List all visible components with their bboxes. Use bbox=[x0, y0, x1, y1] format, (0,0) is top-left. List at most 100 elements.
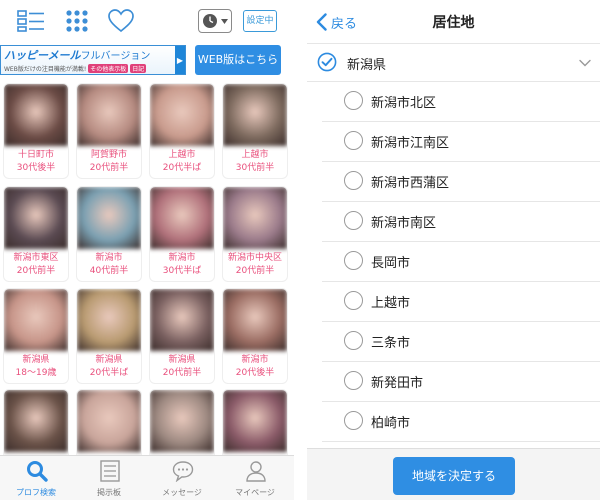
profile-area: 新潟県 bbox=[22, 355, 50, 365]
profile-age: 40代前半 bbox=[89, 266, 129, 276]
profile-photo bbox=[77, 84, 141, 146]
board-icon bbox=[100, 460, 120, 482]
city-option[interactable]: 長岡市 bbox=[322, 242, 600, 282]
profile-area: 十日町市 bbox=[17, 150, 54, 160]
radio-button[interactable] bbox=[344, 171, 363, 190]
filter-setting-button[interactable]: 設定中 bbox=[243, 10, 277, 32]
nav-profile-search[interactable]: プロフ検索 bbox=[6, 456, 66, 500]
radio-button[interactable] bbox=[344, 91, 363, 110]
city-label: 長岡市 bbox=[371, 256, 411, 271]
profile-photo bbox=[4, 289, 68, 351]
city-label: 新潟市北区 bbox=[371, 96, 437, 111]
city-label: 新潟市南区 bbox=[371, 216, 437, 231]
grid-icon[interactable] bbox=[62, 8, 92, 34]
profile-age: 20代後半 bbox=[235, 368, 275, 378]
fullversion-banner[interactable]: ハッピーメールフルバージョン WEB版だけの注目機能が満載! その他表示板 日記 ▶ bbox=[0, 45, 186, 75]
profile-card[interactable]: 阿賀野市 20代前半 bbox=[77, 84, 141, 178]
profile-area: 阿賀野市 bbox=[90, 150, 127, 160]
radio-button[interactable] bbox=[344, 211, 363, 230]
profile-photo bbox=[4, 390, 68, 452]
decide-area-button[interactable]: 地域を決定する bbox=[393, 457, 515, 495]
back-label: 戻る bbox=[331, 16, 358, 32]
profile-photo bbox=[4, 84, 68, 146]
profile-photo bbox=[150, 390, 214, 452]
profile-card[interactable]: 新潟県 20代半ば bbox=[77, 289, 141, 383]
profile-age: 20代半ば bbox=[162, 163, 202, 173]
profile-area: 上越市 bbox=[168, 150, 196, 160]
profile-photo bbox=[77, 390, 141, 452]
city-option[interactable]: 新潟市西蒲区 bbox=[322, 162, 600, 202]
profile-age: 30代後半 bbox=[16, 163, 56, 173]
profile-photo bbox=[223, 84, 287, 146]
radio-button[interactable] bbox=[344, 131, 363, 150]
profile-card[interactable]: 新潟市 40代前半 bbox=[77, 187, 141, 281]
message-icon bbox=[172, 461, 194, 482]
profile-card[interactable]: 新潟市 20代後半 bbox=[223, 289, 287, 383]
chevron-down-icon bbox=[579, 59, 591, 67]
profile-age: 20代前半 bbox=[162, 368, 202, 378]
profile-area: 上越市 bbox=[241, 150, 269, 160]
prefecture-row[interactable]: 新潟県 bbox=[307, 44, 600, 82]
city-label: 新潟市江南区 bbox=[371, 136, 450, 151]
radio-button[interactable] bbox=[344, 291, 363, 310]
person-icon bbox=[246, 461, 266, 482]
profile-photo bbox=[4, 187, 68, 249]
profile-card[interactable]: 上越市 30代前半 bbox=[223, 84, 287, 178]
nav-message[interactable]: メッセージ bbox=[152, 456, 212, 500]
profile-card[interactable]: 新潟市中央区 20代前半 bbox=[223, 187, 287, 281]
profile-photo bbox=[223, 187, 287, 249]
profile-card[interactable]: 新潟県 18〜19歳 bbox=[4, 289, 68, 383]
city-option[interactable]: 上越市 bbox=[322, 282, 600, 322]
radio-button[interactable] bbox=[344, 371, 363, 390]
radio-button[interactable] bbox=[344, 411, 363, 430]
city-option[interactable]: 新潟市北区 bbox=[322, 82, 600, 122]
list-icon[interactable] bbox=[16, 8, 46, 34]
banner-title: ハッピーメールフルバージョン bbox=[4, 49, 151, 62]
city-label: 三条市 bbox=[371, 336, 411, 351]
profile-area: 新潟市 bbox=[95, 253, 123, 263]
back-button[interactable]: 戻る bbox=[316, 10, 357, 34]
profile-card[interactable]: 上越市 20代半ば bbox=[150, 84, 214, 178]
profile-age: 20代半ば bbox=[89, 368, 129, 378]
bottom-nav: プロフ検索 掲示板 メッセージ マイページ bbox=[0, 455, 294, 500]
search-icon bbox=[27, 461, 48, 482]
heart-icon[interactable] bbox=[106, 8, 136, 34]
profile-area: 新潟市東区 bbox=[13, 253, 59, 263]
sort-clock-button[interactable] bbox=[198, 9, 232, 33]
pane-divider bbox=[294, 0, 307, 500]
profile-age: 20代前半 bbox=[89, 163, 129, 173]
profile-photo bbox=[77, 187, 141, 249]
city-option[interactable]: 新潟市南区 bbox=[322, 202, 600, 242]
profile-photo bbox=[150, 84, 214, 146]
profile-card[interactable]: 新潟市東区 20代前半 bbox=[4, 187, 68, 281]
city-option[interactable]: 柏崎市 bbox=[322, 402, 600, 442]
profile-photo bbox=[223, 390, 287, 452]
profile-card[interactable]: 十日町市 30代後半 bbox=[4, 84, 68, 178]
chevron-right-icon: ▶ bbox=[175, 46, 185, 74]
profile-card[interactable]: 新潟市 30代半ば bbox=[150, 187, 214, 281]
nav-mypage[interactable]: マイページ bbox=[225, 456, 285, 500]
city-label: 新発田市 bbox=[371, 376, 424, 391]
profile-card[interactable]: 新潟県 20代前半 bbox=[150, 289, 214, 383]
city-option[interactable]: 新潟市江南区 bbox=[322, 122, 600, 162]
profile-photo bbox=[150, 289, 214, 351]
profile-photo bbox=[223, 289, 287, 351]
profile-age: 30代前半 bbox=[235, 163, 275, 173]
radio-button[interactable] bbox=[344, 251, 363, 270]
profile-photo bbox=[77, 289, 141, 351]
chevron-left-icon bbox=[316, 13, 327, 31]
nav-board[interactable]: 掲示板 bbox=[79, 456, 139, 500]
city-label: 新潟市西蒲区 bbox=[371, 176, 450, 191]
profile-area: 新潟県 bbox=[95, 355, 123, 365]
city-label: 上越市 bbox=[371, 296, 411, 311]
profile-photo bbox=[150, 187, 214, 249]
profile-age: 20代前半 bbox=[16, 266, 56, 276]
clock-icon bbox=[203, 14, 217, 28]
web-version-button[interactable]: WEB版はこちら bbox=[195, 45, 281, 75]
city-option[interactable]: 三条市 bbox=[322, 322, 600, 362]
profile-area: 新潟市中央区 bbox=[227, 253, 282, 263]
radio-button[interactable] bbox=[344, 331, 363, 350]
city-option[interactable]: 新発田市 bbox=[322, 362, 600, 402]
profile-area: 新潟市 bbox=[241, 355, 269, 365]
caret-down-icon bbox=[221, 18, 228, 24]
